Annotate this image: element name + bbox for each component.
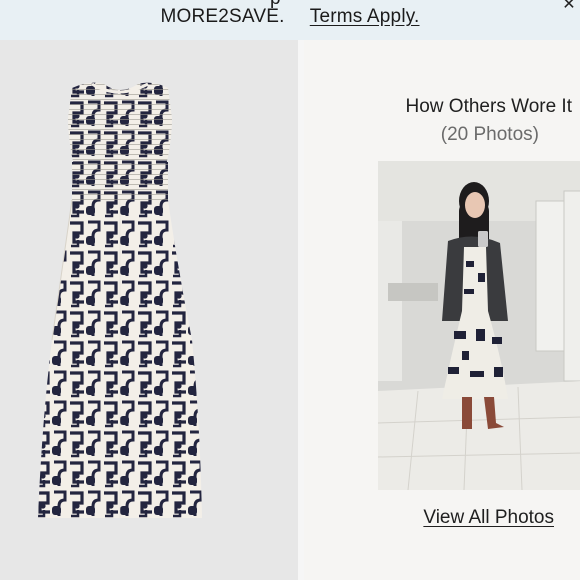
close-icon: ✕ <box>562 0 576 13</box>
close-button[interactable]: ✕ <box>560 0 578 14</box>
promo-text: MORE2SAVE. Terms Apply. <box>0 6 580 28</box>
ugc-photo-count: (20 Photos) <box>440 124 539 145</box>
terms-link[interactable]: Terms Apply. <box>310 6 420 27</box>
product-image-panel[interactable] <box>0 40 298 580</box>
view-all-photos-link[interactable]: View All Photos <box>423 507 554 529</box>
customer-photo-image <box>378 161 580 490</box>
promo-code: MORE2SAVE. <box>160 6 285 27</box>
promo-banner: p MORE2SAVE. Terms Apply. ✕ <box>0 0 580 40</box>
ugc-title: How Others Wore It <box>405 96 572 117</box>
customer-photo[interactable] <box>378 161 580 490</box>
customer-photos-panel: How Others Wore It (20 Photos) View All … <box>304 40 580 580</box>
product-image-dress <box>38 82 202 518</box>
